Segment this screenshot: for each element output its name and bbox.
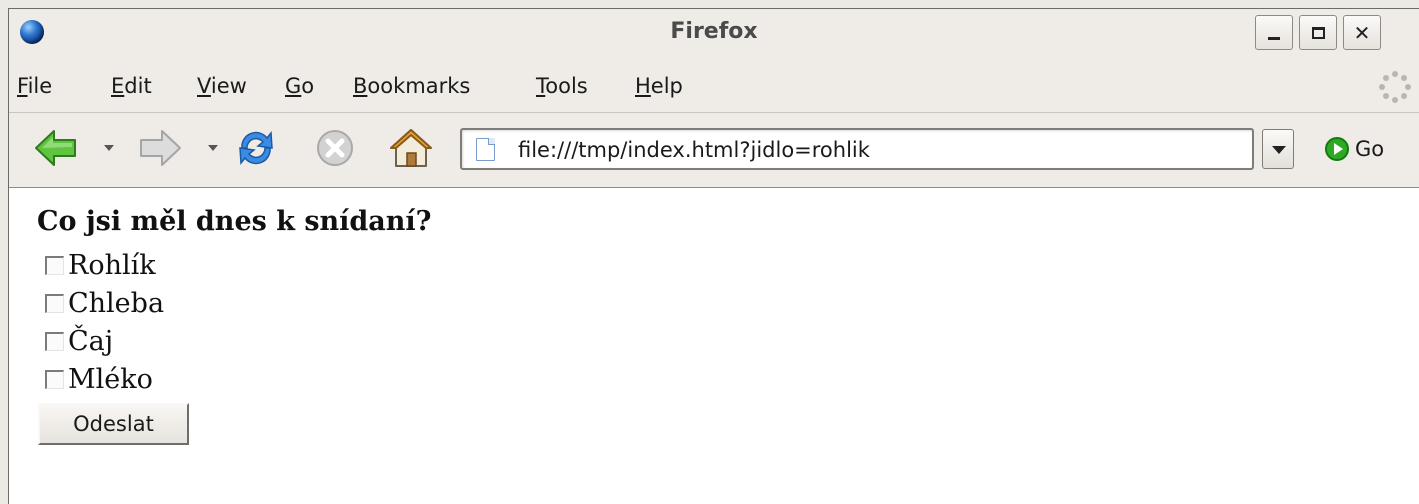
menu-bookmarks-accel: B	[353, 74, 368, 98]
page-content: Co jsi měl dnes k snídaní? Rohlík Chleba…	[9, 187, 1419, 504]
menu-go-accel: G	[285, 74, 302, 98]
address-history-dropdown[interactable]	[1262, 129, 1294, 169]
menu-separator	[9, 112, 1419, 113]
menu-edit-label: dit	[124, 74, 152, 98]
menu-bookmarks[interactable]: Bookmarks	[353, 74, 470, 98]
checkbox-chleba[interactable]	[45, 293, 64, 313]
option-label: Chleba	[68, 287, 165, 319]
address-text[interactable]: file:///tmp/index.html?jidlo=rohlik	[518, 138, 870, 162]
option-label: Rohlík	[68, 249, 156, 281]
menu-view-accel: V	[197, 74, 211, 98]
menu-help-label: elp	[650, 74, 683, 98]
menu-go[interactable]: Go	[285, 74, 314, 98]
minimize-button[interactable]	[1255, 15, 1293, 50]
stop-icon	[317, 130, 353, 166]
menu-file-label: ile	[27, 74, 53, 98]
page-icon	[476, 138, 495, 161]
menu-tools-label: ools	[545, 74, 588, 98]
option-label: Mléko	[68, 363, 153, 395]
forward-button[interactable]	[135, 123, 185, 173]
menu-edit-accel: E	[111, 74, 125, 98]
option-label: Čaj	[68, 325, 114, 357]
page-question: Co jsi měl dnes k snídaní?	[37, 206, 432, 237]
minimize-icon	[1268, 37, 1280, 40]
go-icon	[1325, 137, 1349, 161]
menu-tools[interactable]: Tools	[536, 74, 588, 98]
menu-bookmarks-label: ookmarks	[367, 74, 471, 98]
maximize-icon	[1311, 26, 1325, 39]
option-mleko[interactable]: Mléko	[45, 362, 153, 396]
submit-button[interactable]: Odeslat	[38, 403, 189, 445]
menu-edit[interactable]: Edit	[111, 74, 152, 98]
option-chleba[interactable]: Chleba	[45, 286, 164, 320]
browser-window: Firefox ✕ File Edit View Go Bookmarks To…	[8, 8, 1419, 504]
checkbox-caj[interactable]	[45, 331, 64, 351]
throbber-icon	[1379, 71, 1411, 103]
checkbox-rohlik[interactable]	[45, 255, 64, 275]
menu-file-accel: F	[17, 74, 28, 98]
reload-icon	[239, 131, 273, 165]
menu-view-label: iew	[210, 74, 247, 98]
option-rohlik[interactable]: Rohlík	[45, 248, 156, 282]
reload-button[interactable]	[231, 123, 281, 173]
forward-history-dropdown[interactable]	[208, 145, 218, 151]
menu-bar: File Edit View Go Bookmarks Tools Help	[9, 65, 1419, 109]
go-label: Go	[1355, 137, 1385, 161]
menu-view[interactable]: View	[197, 74, 247, 98]
forward-icon	[140, 130, 181, 166]
option-caj[interactable]: Čaj	[45, 324, 113, 358]
maximize-button[interactable]	[1299, 15, 1337, 50]
menu-help-accel: H	[635, 74, 651, 98]
menu-help[interactable]: Help	[635, 74, 683, 98]
title-bar[interactable]: Firefox ✕	[9, 9, 1419, 57]
navigation-toolbar: file:///tmp/index.html?jidlo=rohlik Go	[9, 115, 1419, 181]
menu-go-label: o	[301, 74, 315, 98]
go-button[interactable]: Go	[1325, 134, 1384, 164]
home-button[interactable]	[386, 123, 436, 173]
back-button[interactable]	[31, 123, 81, 173]
window-title: Firefox	[670, 19, 758, 44]
back-history-dropdown[interactable]	[104, 145, 114, 151]
menu-tools-accel: T	[536, 74, 546, 98]
back-icon	[35, 130, 76, 166]
address-bar[interactable]: file:///tmp/index.html?jidlo=rohlik	[460, 128, 1254, 170]
close-icon: ✕	[1353, 20, 1371, 45]
home-icon	[390, 129, 432, 167]
stop-button[interactable]	[310, 123, 360, 173]
menu-file[interactable]: File	[17, 74, 52, 98]
checkbox-mleko[interactable]	[45, 369, 64, 389]
close-button[interactable]: ✕	[1343, 15, 1381, 50]
